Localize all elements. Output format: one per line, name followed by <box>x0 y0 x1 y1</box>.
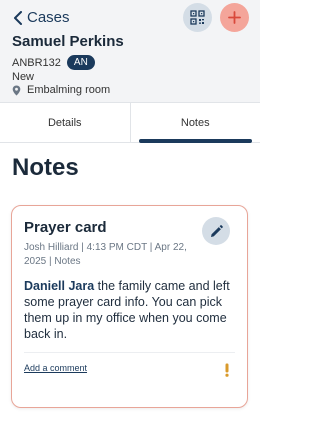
add-button[interactable] <box>220 3 249 32</box>
tab-details-label: Details <box>47 116 82 129</box>
location-label: Embalming room <box>27 84 111 96</box>
note-meta: Josh Hilliard | 4:13 PM CDT | Apr 22, 20… <box>24 242 187 267</box>
case-tabs: Details Notes <box>0 102 260 143</box>
note-body: Daniell Jara the family came and left so… <box>24 278 242 342</box>
exclamation-icon <box>225 363 229 377</box>
tab-notes-label: Notes <box>180 116 210 129</box>
tab-notes[interactable]: Notes <box>131 103 261 143</box>
note-title: Prayer card <box>24 219 107 236</box>
header-actions <box>183 3 249 32</box>
note-divider <box>24 352 235 353</box>
case-initials-badge: AN <box>66 55 95 70</box>
tab-details[interactable]: Details <box>0 103 131 142</box>
add-comment-link[interactable]: Add a comment <box>24 363 87 373</box>
qr-code-icon <box>190 10 205 25</box>
case-header: Cases Samuel Perkins ANBR132 AN New Emba… <box>0 0 260 102</box>
case-status: New <box>12 71 35 83</box>
case-id-row: ANBR132 AN <box>12 55 95 70</box>
back-to-cases-link[interactable]: Cases <box>12 9 70 26</box>
back-label: Cases <box>27 9 70 26</box>
qr-scan-button[interactable] <box>183 3 212 32</box>
location-pin-icon <box>12 85 21 95</box>
pencil-icon <box>210 224 223 237</box>
case-location: Embalming room <box>12 84 110 96</box>
user-mention[interactable]: Daniell Jara <box>24 279 94 293</box>
active-tab-indicator <box>138 139 252 143</box>
plus-icon <box>228 11 241 24</box>
edit-note-button[interactable] <box>202 217 230 245</box>
page-title: Notes <box>12 154 79 181</box>
case-id: ANBR132 <box>12 56 61 69</box>
case-name: Samuel Perkins <box>12 33 124 50</box>
note-card[interactable]: Prayer card Josh Hilliard | 4:13 PM CDT … <box>11 205 248 408</box>
chevron-left-icon <box>14 10 22 25</box>
